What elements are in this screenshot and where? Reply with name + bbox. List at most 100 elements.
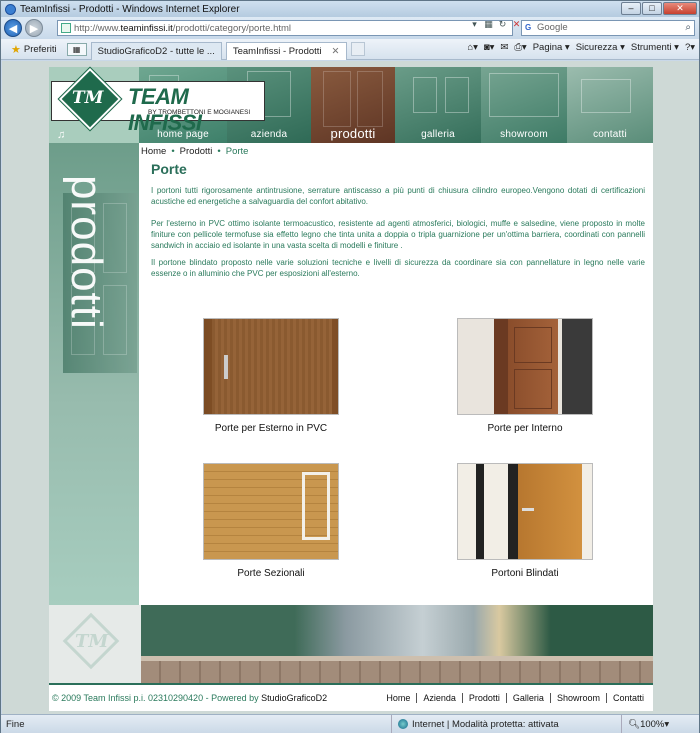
music-note-icon[interactable]: ♫ [57, 129, 65, 141]
nav-label: showroom [500, 129, 548, 140]
breadcrumb-current: Porte [225, 146, 249, 157]
nav-prodotti[interactable]: prodotti [311, 67, 395, 143]
site-header: home page azienda prodotti galleria show… [49, 66, 653, 143]
tools-menu[interactable]: Strumenti ▾ [631, 42, 679, 53]
help-icon[interactable]: ?▾ [685, 42, 695, 53]
product-caption[interactable]: Porte Sezionali [203, 568, 339, 579]
footer-link-azienda[interactable]: Azienda [416, 693, 462, 703]
google-icon: G [525, 23, 532, 32]
zoom-icon: 🔍︎ [628, 718, 641, 730]
footer-photo [141, 605, 653, 683]
product-pvc[interactable]: Porte per Esterno in PVC [203, 318, 339, 434]
url-path: /prodotti/category/porte.html [172, 22, 292, 34]
nav-label: galleria [421, 129, 455, 140]
minimize-button[interactable]: – [621, 2, 641, 15]
product-image[interactable] [203, 463, 339, 560]
new-tab-button[interactable] [350, 42, 365, 56]
logo-initials: TM [72, 88, 104, 108]
footer-banner: TM [49, 605, 653, 683]
product-image[interactable] [203, 318, 339, 415]
product-interno[interactable]: Porte per Interno [457, 318, 593, 434]
security-zone[interactable]: Internet | Modalità protetta: attivata [391, 715, 621, 733]
forward-button[interactable]: ▶ [25, 19, 43, 37]
zoom-control[interactable]: 🔍︎ 100% ▾ [621, 715, 675, 733]
product-caption[interactable]: Porte per Esterno in PVC [203, 423, 339, 434]
website: home page azienda prodotti galleria show… [49, 66, 653, 711]
feeds-icon[interactable]: ◙▾ [484, 42, 495, 53]
footer-link-contatti[interactable]: Contatti [605, 693, 650, 703]
title-bar: TeamInfissi - Prodotti - Windows Interne… [1, 1, 699, 17]
paragraph-3: Il portone blindato proposto nelle varie… [151, 258, 645, 278]
breadcrumb-prodotti[interactable]: Prodotti [180, 146, 213, 157]
favorites-button[interactable]: ★ Preferiti [1, 39, 65, 59]
address-bar: ◀ ▶ http://www. teaminfissi.it/prodotti/c… [1, 17, 699, 39]
product-caption[interactable]: Porte per Interno [457, 423, 593, 434]
url-prefix: http://www. [74, 22, 121, 34]
powered-by-link[interactable]: StudioGraficoD2 [261, 693, 327, 703]
mail-icon[interactable]: ✉ [500, 42, 508, 53]
browser-window: TeamInfissi - Prodotti - Windows Interne… [0, 0, 700, 733]
breadcrumb-home[interactable]: Home [141, 146, 166, 157]
sidebar-decoration: prodotti [49, 143, 139, 605]
tab-teaminfissi[interactable]: TeamInfissi - Prodotti ✕ [225, 41, 347, 60]
nav-label: contatti [593, 129, 627, 140]
product-image[interactable] [457, 318, 593, 415]
search-input[interactable]: G Google ⌕ [521, 20, 695, 36]
status-bar: Fine Internet | Modalità protetta: attiv… [1, 714, 699, 733]
footer-link-home[interactable]: Home [380, 693, 416, 703]
quick-tabs-icon[interactable]: ▦ [66, 42, 87, 56]
tab-label: StudioGraficoD2 - tutte le ... [97, 45, 215, 57]
tab-studiografico[interactable]: StudioGraficoD2 - tutte le ... [90, 41, 222, 60]
copyright: © 2009 Team Infissi p.i. 02310290420 - P… [52, 693, 327, 703]
page-title: Porte [151, 161, 187, 177]
zone-text: Internet | Modalità protetta: attivata [412, 718, 559, 730]
copyright-text: © 2009 Team Infissi p.i. 02310290420 - P… [52, 693, 262, 703]
tab-bar: ★ Preferiti ▦ StudioGraficoD2 - tutte le… [1, 39, 699, 60]
footer-link-galleria[interactable]: Galleria [505, 693, 550, 703]
page-menu[interactable]: Pagina ▾ [533, 42, 570, 53]
star-icon: ★ [11, 43, 21, 56]
nav-showroom[interactable]: showroom [481, 67, 567, 143]
site-footer: © 2009 Team Infissi p.i. 02310290420 - P… [49, 683, 653, 711]
globe-icon [398, 719, 408, 729]
footer-nav: Home Azienda Prodotti Galleria Showroom … [380, 693, 650, 703]
footer-logo-initials: TM [75, 631, 109, 652]
tab-label: TeamInfissi - Prodotti [232, 45, 322, 57]
window-title: TeamInfissi - Prodotti - Windows Interne… [20, 3, 240, 15]
side-label: prodotti [62, 175, 111, 330]
status-text: Fine [6, 718, 25, 730]
refresh-icon[interactable]: ↻ [497, 19, 508, 30]
product-image[interactable] [457, 463, 593, 560]
footer-link-showroom[interactable]: Showroom [549, 693, 606, 703]
compat-view-icon[interactable]: ▦ [483, 19, 494, 30]
nav-label: prodotti [330, 126, 376, 141]
home-icon[interactable]: ⌂▾ [467, 42, 478, 53]
url-input[interactable]: http://www. teaminfissi.it/prodotti/categ… [57, 20, 513, 36]
back-button[interactable]: ◀ [4, 19, 22, 37]
url-domain: teaminfissi.it [120, 22, 173, 34]
zoom-level: 100% [640, 718, 665, 730]
print-icon[interactable]: ⎙▾ [514, 42, 526, 53]
nav-galleria[interactable]: galleria [395, 67, 481, 143]
footer-link-prodotti[interactable]: Prodotti [461, 693, 506, 703]
paragraph-2: Per l'esterno in PVC ottimo isolante ter… [151, 219, 645, 250]
ie-icon [5, 3, 16, 15]
product-blindati[interactable]: Portoni Blindati [457, 463, 593, 579]
close-tab-icon[interactable]: ✕ [332, 46, 340, 57]
footer-logo: TM [49, 605, 141, 683]
search-icon[interactable]: ⌕ [685, 21, 691, 35]
dropdown-icon[interactable]: ▾ [469, 19, 480, 30]
site-logo[interactable]: TM TEAM INFISSI BY TROMBETTONI E MOGIANE… [51, 66, 265, 135]
paragraph-1: I portoni tutti rigorosamente antintrusi… [151, 186, 645, 206]
page-icon [61, 23, 71, 33]
safety-menu[interactable]: Sicurezza ▾ [576, 42, 625, 53]
search-placeholder: Google [537, 22, 568, 33]
close-button[interactable]: ✕ [663, 2, 697, 15]
maximize-button[interactable]: □ [642, 2, 662, 15]
favorites-label: Preferiti [23, 43, 57, 55]
main-content: Home • Prodotti • Porte Porte I portoni … [139, 143, 653, 605]
nav-contatti[interactable]: contatti [567, 67, 653, 143]
breadcrumb: Home • Prodotti • Porte [141, 146, 249, 157]
product-sezionali[interactable]: Porte Sezionali [203, 463, 339, 579]
product-caption[interactable]: Portoni Blindati [457, 568, 593, 579]
